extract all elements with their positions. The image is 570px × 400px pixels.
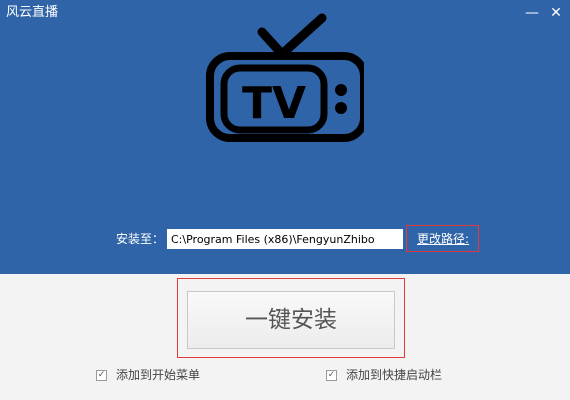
start-menu-label: 添加到开始菜单 (116, 368, 201, 382)
minimize-button[interactable]: — (523, 4, 541, 22)
window-title: 风云直播 (6, 5, 59, 20)
tv-knob-bottom (335, 102, 347, 114)
tv-logo-text: TV (242, 78, 306, 129)
option-quick-launch[interactable]: ✓ 添加到快捷启动栏 (326, 367, 442, 383)
header-panel: 风云直播 — ✕ TV 安装至： 更改路径: (0, 0, 570, 274)
one-click-install-button[interactable]: 一键安装 (187, 291, 395, 349)
tv-icon: TV (206, 13, 364, 142)
tv-knob-top (335, 84, 347, 96)
start-menu-checkbox[interactable]: ✓ (96, 369, 107, 381)
close-button[interactable]: ✕ (547, 4, 565, 22)
quick-launch-checkbox[interactable]: ✓ (326, 369, 337, 381)
quick-launch-label: 添加到快捷启动栏 (346, 368, 443, 382)
change-path-link[interactable]: 更改路径: (417, 231, 469, 247)
install-path-label: 安装至： (116, 232, 165, 246)
option-start-menu[interactable]: ✓ 添加到开始菜单 (96, 367, 200, 383)
install-path-input[interactable] (167, 229, 403, 249)
tv-antenna-right (277, 13, 327, 59)
installer-window: 风云直播 — ✕ TV 安装至： 更改路径: 一键安装 ✓ 添加到开始菜单 ✓ … (0, 0, 570, 400)
